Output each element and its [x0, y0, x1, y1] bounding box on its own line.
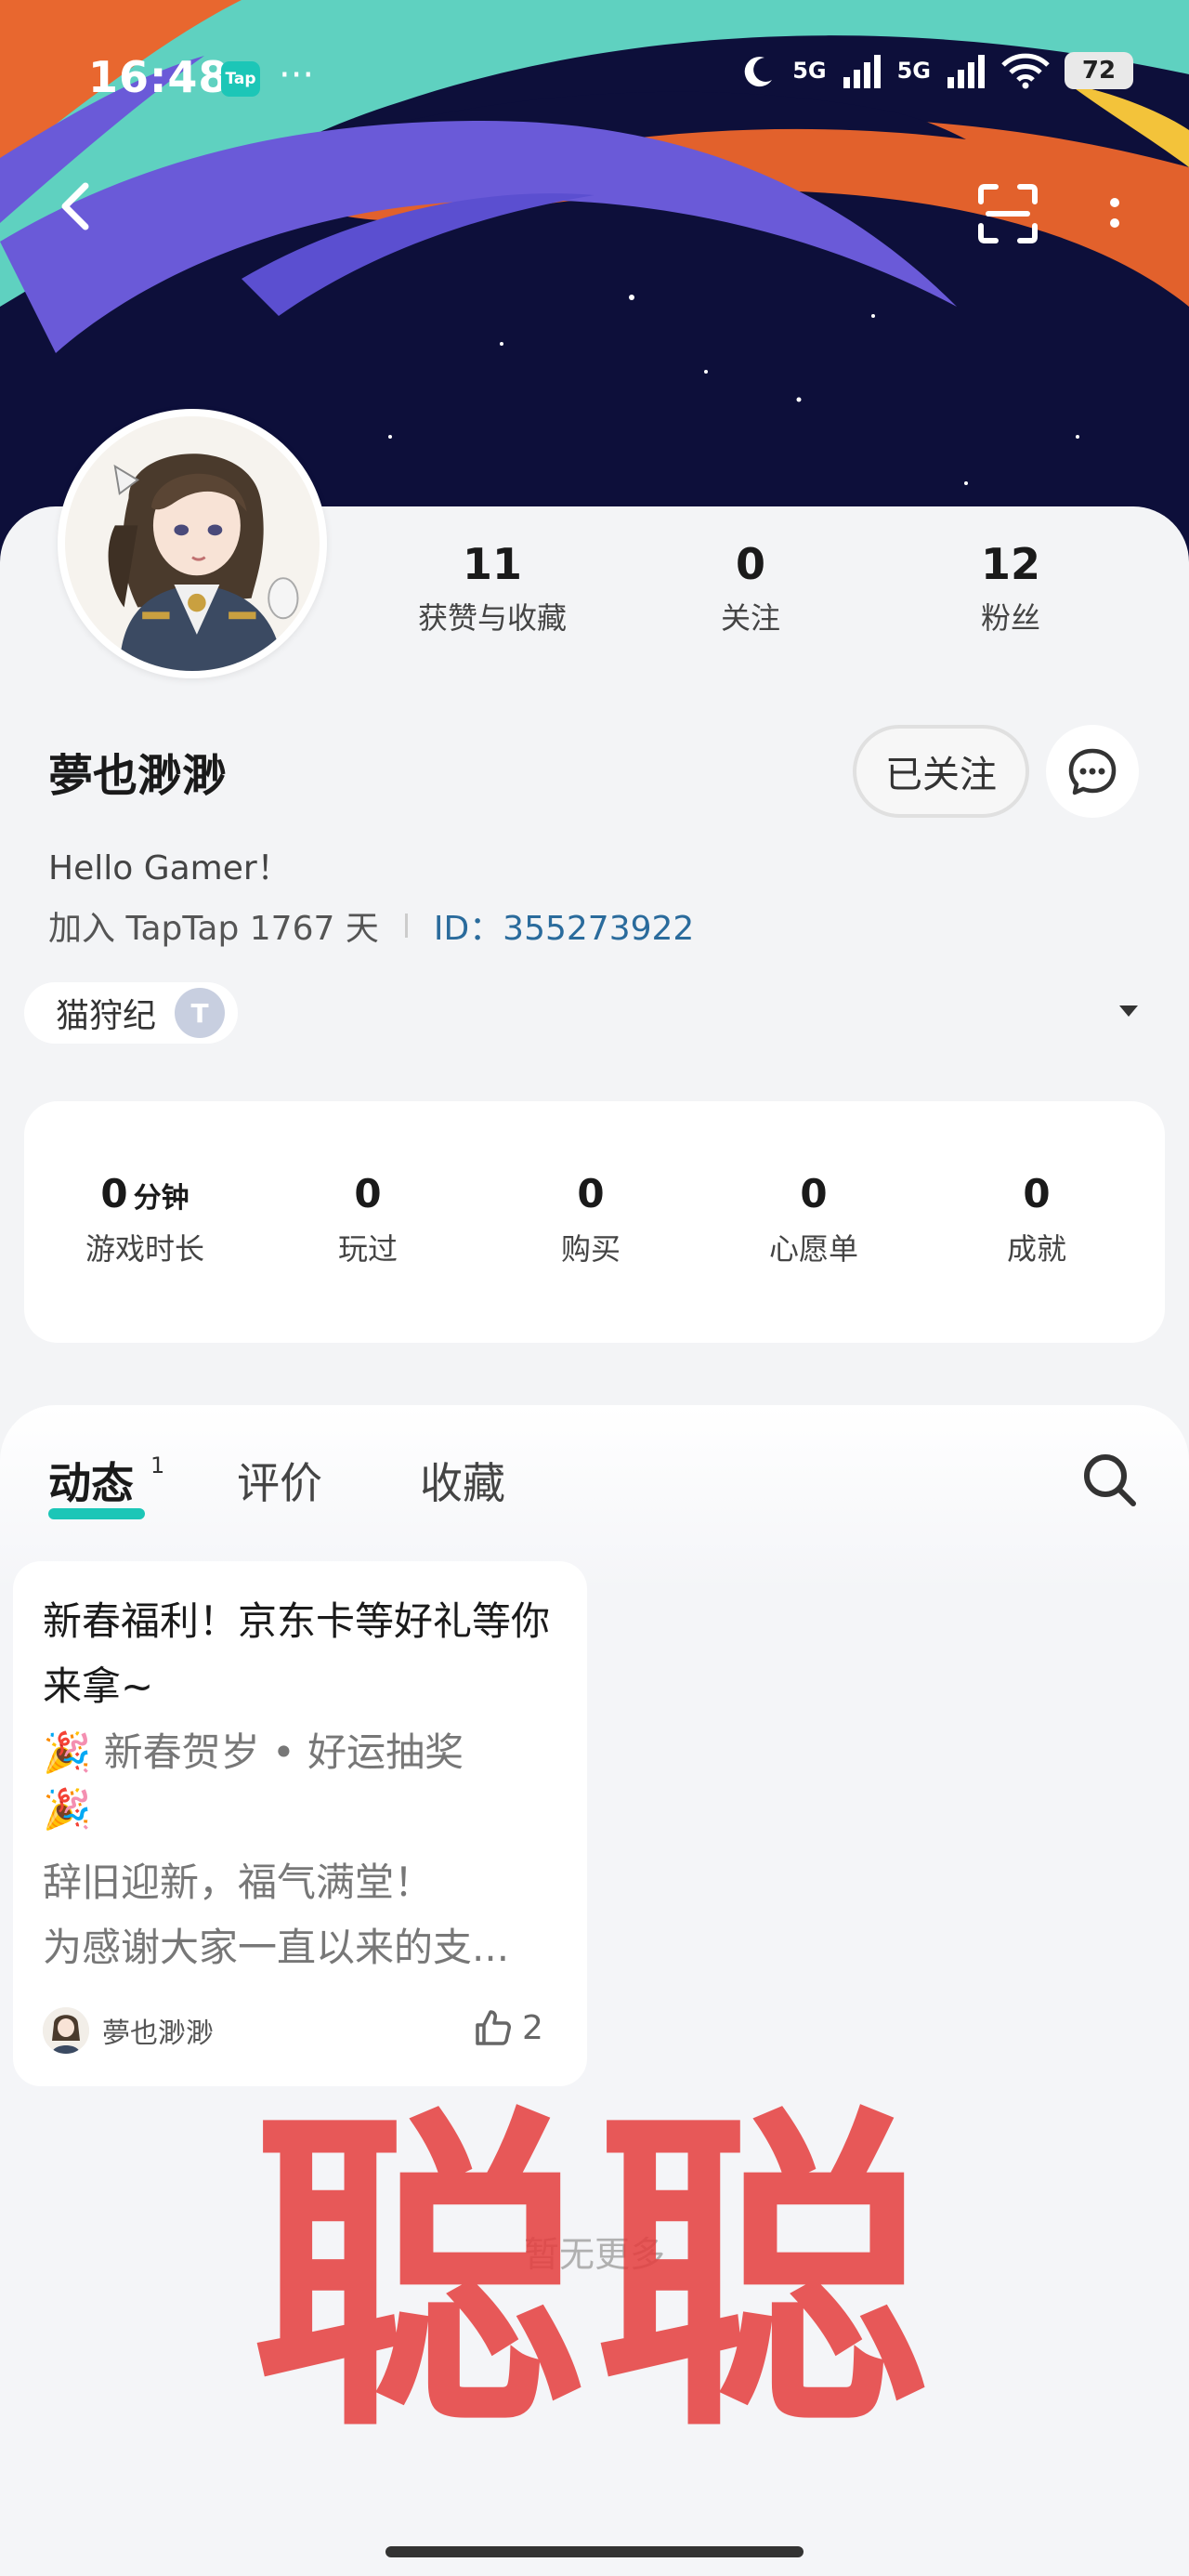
- user-avatar[interactable]: [58, 409, 327, 678]
- divider: [404, 913, 408, 938]
- stat-value: 0: [800, 1171, 828, 1216]
- stat-label: 玩过: [337, 1231, 398, 1267]
- guild-name: 猫狩纪: [56, 997, 157, 1035]
- stat-label: 心愿单: [768, 1231, 858, 1267]
- stat-value: 12: [980, 539, 1040, 589]
- like-button[interactable]: 2: [472, 2007, 543, 2048]
- chat-bubble-icon: [1068, 748, 1117, 795]
- wifi-icon: [1001, 53, 1050, 89]
- status-bar: 16:48 Tap ··· 5G 5G 72: [0, 0, 1189, 158]
- tab-posts-count: 1: [150, 1452, 165, 1479]
- join-info: 加入 TapTap 1767 天 ID：355273922: [48, 901, 694, 950]
- battery-level: 72: [1065, 52, 1133, 89]
- tab-reviews[interactable]: 评价: [237, 1450, 322, 1511]
- post-excerpt-line: 为感谢大家一直以来的支...: [43, 1925, 510, 1970]
- taptap-notification-icon: Tap: [221, 61, 260, 97]
- join-duration: 加入 TapTap 1767 天: [48, 910, 379, 948]
- purchased-stat[interactable]: 0 购买: [489, 1171, 693, 1268]
- home-indicator[interactable]: [385, 2546, 804, 2557]
- post-excerpt-line: 辞旧迎新，福气满堂！: [43, 1860, 434, 1905]
- stat-label: 购买: [560, 1231, 621, 1267]
- network-type-2: 5G: [896, 58, 931, 84]
- status-icons: 5G 5G 72: [740, 52, 1133, 89]
- vertical-dots-icon: [1110, 198, 1119, 228]
- message-button[interactable]: [1046, 725, 1139, 818]
- stat-value: 0: [354, 1171, 382, 1216]
- signal-strength-icon-2: [947, 55, 985, 88]
- search-button[interactable]: [1078, 1448, 1143, 1513]
- post-title: 新春福利！京东卡等好礼等你来拿~: [43, 1598, 551, 1709]
- signal-strength-icon-1: [843, 55, 881, 88]
- author-name: 夢也渺渺: [102, 2017, 214, 2050]
- tab-posts[interactable]: 动态: [48, 1450, 134, 1511]
- post-author[interactable]: 夢也渺渺: [43, 2007, 214, 2054]
- taptap-badge-icon: T: [175, 988, 226, 1038]
- achievements-stat[interactable]: 0 成就: [934, 1171, 1139, 1268]
- avatar-illustration: [65, 416, 320, 671]
- thumbs-up-icon: [476, 2010, 511, 2045]
- chevron-left-icon: [61, 182, 89, 230]
- game-stats-card: 0 分钟 游戏时长 0 玩过 0 购买 0 心愿单 0 成就: [24, 1101, 1165, 1343]
- stat-value: 11: [462, 539, 522, 589]
- post-excerpt-line: 🎉 新春贺岁 • 好运抽奖: [43, 1729, 464, 1775]
- post-card[interactable]: 新春福利！京东卡等好礼等你来拿~ 🎉 新春贺岁 • 好运抽奖 🎉 辞旧迎新，福气…: [13, 1561, 587, 2086]
- like-count: 2: [522, 2008, 543, 2047]
- status-time: 16:48: [88, 52, 229, 102]
- active-tab-indicator: [48, 1508, 145, 1519]
- stat-value: 0: [735, 539, 765, 589]
- stat-label: 粉丝: [980, 600, 1040, 636]
- playtime-stat[interactable]: 0 分钟 游戏时长: [43, 1171, 247, 1268]
- more-options-button[interactable]: [1096, 186, 1133, 245]
- stat-value: 0: [1023, 1171, 1051, 1216]
- stat-label: 获赞与收藏: [417, 600, 567, 636]
- scan-icon: [978, 184, 1038, 243]
- post-excerpt-line: 🎉: [43, 1786, 92, 1832]
- user-id[interactable]: ID：355273922: [434, 901, 694, 950]
- stat-unit: 分钟: [133, 1182, 189, 1215]
- user-bio: Hello Gamer！: [48, 849, 291, 887]
- back-button[interactable]: [48, 177, 108, 236]
- followers-stat[interactable]: 12 粉丝: [899, 539, 1122, 637]
- network-type-1: 5G: [792, 58, 827, 84]
- stat-label: 成就: [1006, 1231, 1066, 1267]
- author-avatar: [43, 2007, 89, 2054]
- stat-label: 游戏时长: [85, 1231, 204, 1267]
- guild-tag[interactable]: 猫狩纪 T: [24, 982, 239, 1044]
- watermark-text: 聪聪: [251, 2082, 938, 2471]
- username: 夢也渺渺: [48, 750, 228, 802]
- scan-button[interactable]: [975, 181, 1040, 246]
- played-stat[interactable]: 0 玩过: [266, 1171, 470, 1268]
- search-icon: [1084, 1454, 1136, 1506]
- expand-arrow-icon[interactable]: [1119, 1005, 1138, 1017]
- following-stat[interactable]: 0 关注: [639, 539, 862, 637]
- do-not-disturb-moon-icon: [744, 57, 773, 87]
- following-button[interactable]: 已关注: [853, 725, 1029, 818]
- profile-stats: 11 获赞与收藏 0 关注 12 粉丝: [362, 539, 1161, 651]
- wishlist-stat[interactable]: 0 心愿单: [712, 1171, 916, 1268]
- stat-label: 关注: [720, 600, 780, 636]
- more-notifications-indicator: ···: [279, 54, 315, 97]
- likes-and-favorites-stat[interactable]: 11 获赞与收藏: [381, 539, 604, 637]
- stat-value: 0: [577, 1171, 605, 1216]
- stat-value: 0: [100, 1171, 128, 1216]
- tab-favorites[interactable]: 收藏: [420, 1450, 505, 1511]
